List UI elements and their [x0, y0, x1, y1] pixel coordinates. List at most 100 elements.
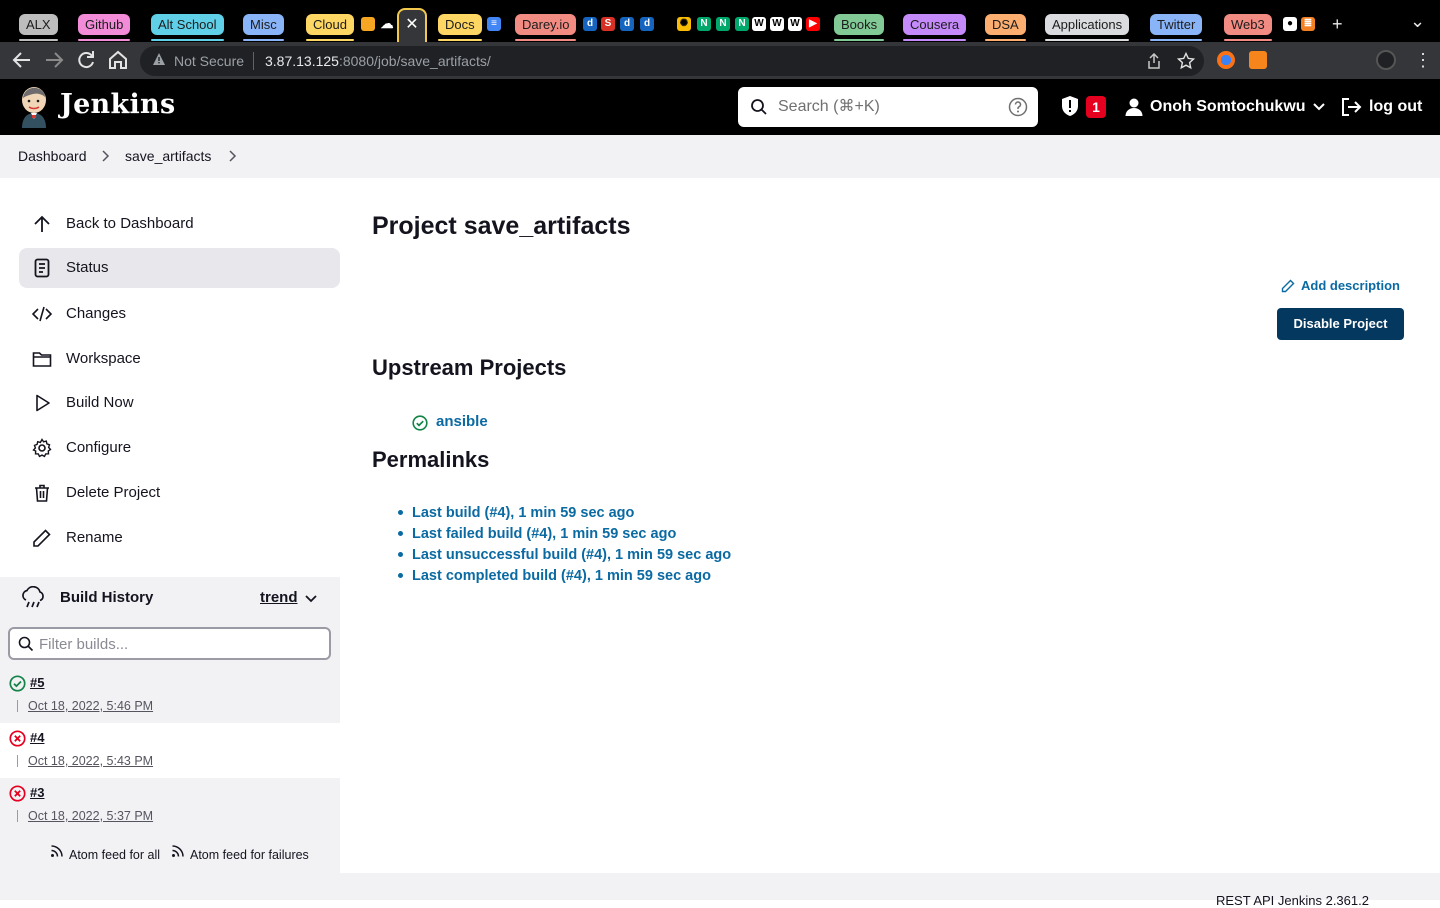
jenkins-butler-logo-icon[interactable]	[18, 86, 50, 128]
tab-group-dsa[interactable]: DSA	[985, 14, 1026, 41]
profile-avatar[interactable]	[1376, 50, 1396, 70]
weather-cloud-icon	[22, 586, 44, 608]
play-icon	[36, 394, 50, 412]
wikipedia-favicon-icon[interactable]: W	[752, 17, 766, 31]
jenkins-logo-text[interactable]: Jenkins	[60, 89, 175, 120]
breadcrumb-chevron-icon[interactable]	[99, 149, 111, 163]
security-alert-badge[interactable]: 1	[1086, 96, 1106, 118]
tab-group-alt-school[interactable]: Alt School	[151, 14, 224, 41]
build-row[interactable]: #5 Oct 18, 2022, 5:46 PM	[0, 668, 340, 723]
search-box[interactable]	[738, 87, 1038, 127]
active-tab-close-icon[interactable]: ✕	[397, 8, 427, 42]
task-build-now[interactable]: Build Now	[19, 383, 340, 423]
metamask-extension-icon[interactable]	[1249, 51, 1267, 69]
breadcrumb-chevron-icon-2[interactable]	[226, 149, 238, 163]
build-date-link[interactable]: Oct 18, 2022, 5:46 PM	[28, 698, 153, 714]
tab-group-cloud[interactable]: Cloud	[306, 14, 354, 41]
page-footer: REST API Jenkins 2.361.2	[0, 873, 1440, 908]
footer-text[interactable]: REST API Jenkins 2.361.2	[1216, 893, 1369, 908]
google-docs-favicon-icon[interactable]: ≡	[487, 17, 501, 31]
url-host: 3.87.13.125	[265, 53, 339, 69]
task-label: Build Now	[66, 394, 134, 411]
tab-group-books[interactable]: Books	[834, 14, 885, 41]
task-status[interactable]: Status	[19, 248, 340, 288]
build-number-link[interactable]: #5	[30, 675, 44, 691]
tab-group-misc[interactable]: Misc	[243, 14, 284, 41]
nginx-favicon-icon[interactable]: N	[697, 17, 711, 31]
task-changes[interactable]: Changes	[19, 294, 340, 334]
amazon-box-favicon-icon[interactable]	[361, 17, 375, 31]
upstream-project-link[interactable]: ansible	[436, 413, 488, 431]
firefox-extension-icon[interactable]	[1217, 51, 1235, 69]
bookmark-star-icon[interactable]	[1177, 52, 1195, 70]
youtube-favicon-icon[interactable]: ▶	[806, 17, 820, 31]
build-date-link[interactable]: Oct 18, 2022, 5:43 PM	[28, 753, 153, 769]
disable-project-button[interactable]: Disable Project	[1277, 308, 1404, 340]
idea-favicon-icon[interactable]: ✺	[677, 17, 691, 31]
back-arrow-icon[interactable]	[10, 48, 34, 72]
search-icon	[18, 636, 34, 652]
url-text[interactable]: 3.87.13.125:8080/job/save_artifacts/	[265, 52, 491, 70]
permalink-last-completed-build[interactable]: Last completed build (#4), 1 min 59 sec …	[412, 567, 711, 585]
url-path: :8080/job/save_artifacts/	[338, 53, 491, 69]
nginx-favicon-icon-3[interactable]: N	[735, 17, 749, 31]
breadcrumb-save-artifacts[interactable]: save_artifacts	[125, 148, 211, 164]
help-icon[interactable]	[1008, 97, 1028, 117]
tab-list-chevron-icon[interactable]: ⌄	[1410, 9, 1425, 33]
tab-group-cousera[interactable]: Cousera	[903, 14, 967, 41]
build-row[interactable]: #3 Oct 18, 2022, 5:37 PM	[0, 778, 340, 833]
atom-feed-area: Atom feed for all Atom feed for failures	[0, 833, 340, 873]
tab-group-github[interactable]: Github	[78, 14, 131, 41]
github-favicon-icon[interactable]: ●	[1283, 17, 1297, 31]
browser-menu-icon[interactable]: ⋮	[1414, 50, 1432, 70]
stackoverflow-favicon-icon[interactable]: ≣	[1301, 17, 1315, 31]
chevron-down-icon[interactable]	[304, 591, 318, 605]
task-back-to-dashboard[interactable]: Back to Dashboard	[19, 204, 340, 244]
failure-x-icon	[9, 730, 26, 747]
search-input[interactable]	[778, 95, 998, 119]
trend-link[interactable]: trend	[260, 589, 298, 607]
list-bullet	[398, 531, 403, 536]
user-icon	[1125, 98, 1143, 116]
darey-favicon-icon[interactable]: d	[583, 17, 597, 31]
tab-group-docs[interactable]: Docs	[438, 14, 482, 41]
forward-arrow-icon[interactable]	[42, 48, 66, 72]
task-rename[interactable]: Rename	[19, 518, 340, 558]
tab-group-web3[interactable]: Web3	[1224, 14, 1272, 41]
home-icon[interactable]	[106, 48, 130, 72]
share-icon[interactable]	[1146, 53, 1162, 69]
chevron-down-icon[interactable]	[1311, 98, 1327, 114]
build-number-link[interactable]: #3	[30, 785, 44, 801]
build-row[interactable]: #4 Oct 18, 2022, 5:43 PM	[0, 723, 340, 778]
address-bar[interactable]: Not Secure 3.87.13.125:8080/job/save_art…	[140, 46, 1204, 76]
filter-builds-input[interactable]	[39, 634, 319, 654]
rss-icon	[172, 845, 184, 857]
tab-group-applications[interactable]: Applications	[1045, 14, 1130, 41]
wikipedia-favicon-icon-2[interactable]: W	[770, 17, 784, 31]
tab-group-darey-io[interactable]: Darey.io	[515, 14, 577, 41]
task-configure[interactable]: Configure	[19, 428, 340, 468]
list-bullet	[398, 573, 403, 578]
cloud-favicon-icon[interactable]: ☁	[380, 17, 394, 31]
filter-builds-box[interactable]	[8, 627, 331, 660]
permalink-last-failed-build[interactable]: Last failed build (#4), 1 min 59 sec ago	[412, 525, 676, 543]
reload-icon[interactable]	[74, 48, 98, 72]
darey-favicon-icon-2[interactable]: d	[620, 17, 634, 31]
nginx-favicon-icon-2[interactable]: N	[716, 17, 730, 31]
new-tab-icon[interactable]: +	[1332, 12, 1343, 36]
task-workspace[interactable]: Workspace	[19, 339, 340, 379]
security-shield-icon[interactable]	[1060, 95, 1080, 117]
task-delete-project[interactable]: Delete Project	[19, 473, 340, 513]
scholar-favicon-icon[interactable]: S	[601, 17, 615, 31]
user-name[interactable]: Onoh Somtochukwu	[1150, 95, 1306, 119]
tab-group-twitter[interactable]: Twitter	[1150, 14, 1203, 41]
build-date-link[interactable]: Oct 18, 2022, 5:37 PM	[28, 808, 153, 824]
permalink-last-build[interactable]: Last build (#4), 1 min 59 sec ago	[412, 504, 634, 522]
wikipedia-favicon-icon-3[interactable]: W	[788, 17, 802, 31]
darey-favicon-icon-3[interactable]: d	[640, 17, 654, 31]
permalink-last-unsuccessful-build[interactable]: Last unsuccessful build (#4), 1 min 59 s…	[412, 546, 731, 564]
build-number-link[interactable]: #4	[30, 730, 44, 746]
breadcrumb-dashboard[interactable]: Dashboard	[18, 148, 87, 164]
search-icon	[751, 99, 767, 115]
tab-group-alx[interactable]: ALX	[19, 14, 58, 41]
